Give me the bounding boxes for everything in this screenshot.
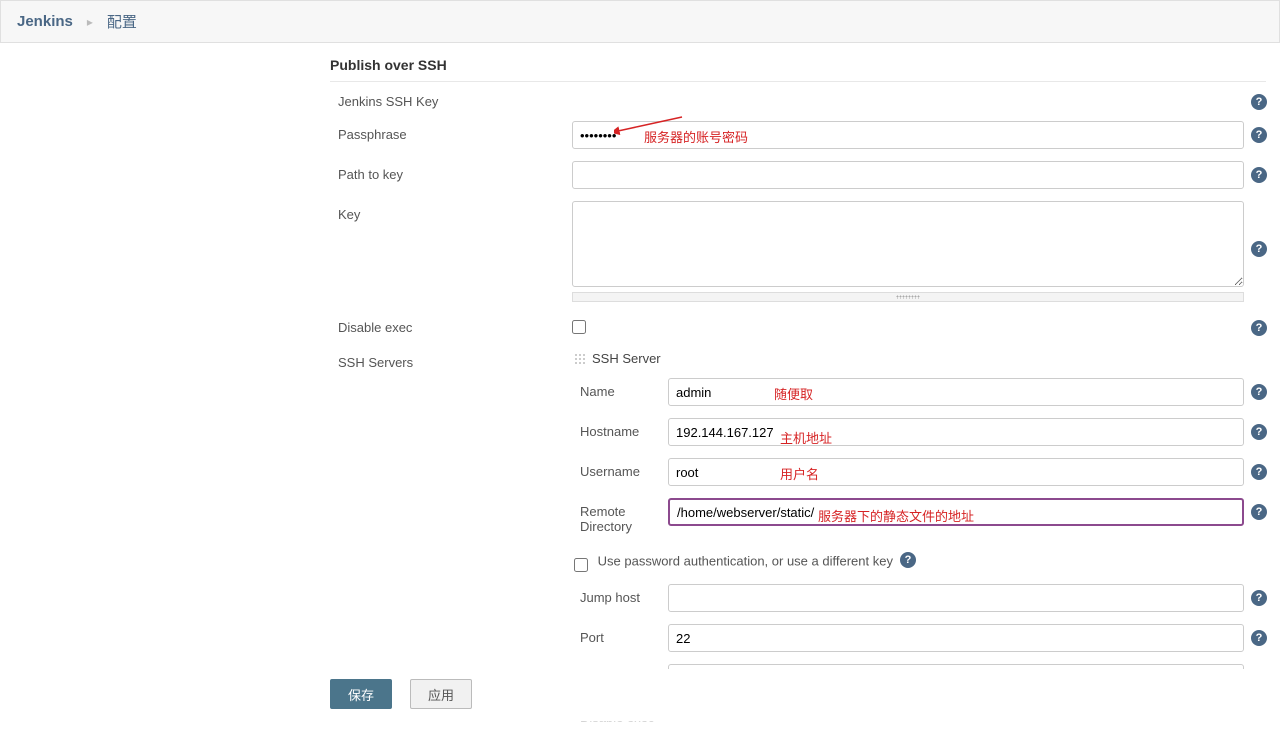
label-jenkins-ssh-key: Jenkins SSH Key: [330, 88, 572, 109]
passphrase-input[interactable]: [572, 121, 1244, 149]
breadcrumb-current: 配置: [107, 11, 137, 32]
label-hostname: Hostname: [572, 418, 668, 439]
breadcrumb-root[interactable]: Jenkins: [17, 13, 73, 30]
label-port: Port: [572, 624, 668, 645]
save-button[interactable]: 保存: [330, 679, 392, 709]
label-use-password: Use password authentication, or use a di…: [598, 553, 893, 568]
help-icon[interactable]: ?: [1251, 384, 1267, 400]
hostname-input[interactable]: [668, 418, 1244, 446]
jump-host-input[interactable]: [668, 584, 1244, 612]
help-icon[interactable]: ?: [1251, 241, 1267, 257]
label-passphrase: Passphrase: [330, 121, 572, 142]
name-input[interactable]: [668, 378, 1244, 406]
label-name: Name: [572, 378, 668, 399]
use-password-checkbox[interactable]: [574, 558, 588, 572]
help-icon[interactable]: ?: [1251, 630, 1267, 646]
help-icon[interactable]: ?: [1251, 590, 1267, 606]
label-jump-host: Jump host: [572, 584, 668, 605]
disable-exec-checkbox[interactable]: [572, 320, 586, 334]
label-ssh-servers: SSH Servers: [330, 349, 572, 370]
help-icon[interactable]: ?: [1251, 504, 1267, 520]
config-form: Publish over SSH Jenkins SSH Key ? Passp…: [330, 43, 1280, 731]
port-input[interactable]: [668, 624, 1244, 652]
drag-handle-icon[interactable]: [574, 353, 586, 365]
label-key: Key: [330, 201, 572, 222]
help-icon[interactable]: ?: [1251, 94, 1267, 110]
path-to-key-input[interactable]: [572, 161, 1244, 189]
label-username: Username: [572, 458, 668, 479]
help-icon[interactable]: ?: [1251, 320, 1267, 336]
button-bar: 保存 应用: [330, 669, 1280, 721]
ssh-server-heading: SSH Server: [592, 351, 661, 366]
help-icon[interactable]: ?: [1251, 127, 1267, 143]
label-remote-directory: Remote Directory: [572, 498, 668, 534]
apply-button[interactable]: 应用: [410, 679, 472, 709]
help-icon[interactable]: ?: [1251, 424, 1267, 440]
help-icon[interactable]: ?: [900, 552, 916, 568]
section-title-publish-over-ssh: Publish over SSH: [330, 53, 1266, 82]
help-icon[interactable]: ?: [1251, 167, 1267, 183]
chevron-right-icon: ▸: [87, 15, 93, 29]
label-path-to-key: Path to key: [330, 161, 572, 182]
breadcrumb: Jenkins ▸ 配置: [0, 0, 1280, 43]
key-textarea[interactable]: [572, 201, 1244, 287]
resize-handle-icon[interactable]: [572, 292, 1244, 302]
help-icon[interactable]: ?: [1251, 464, 1267, 480]
label-disable-exec: Disable exec: [330, 314, 572, 335]
remote-directory-input[interactable]: [668, 498, 1244, 526]
username-input[interactable]: [668, 458, 1244, 486]
sidebar: [0, 43, 330, 731]
